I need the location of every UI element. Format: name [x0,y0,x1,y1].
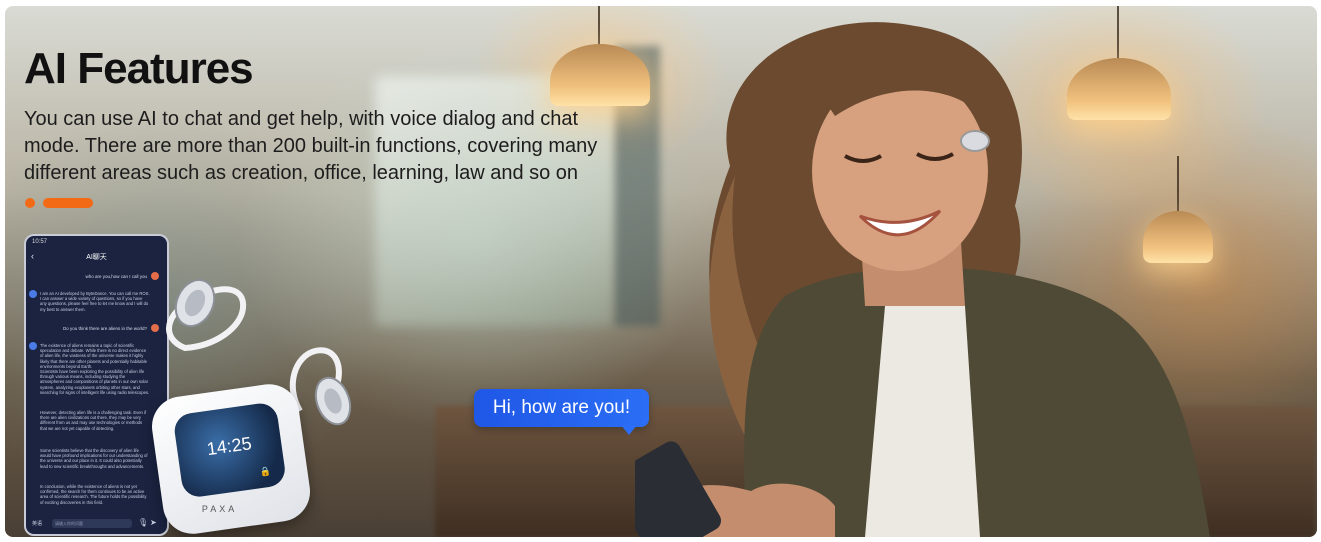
case-screen: 14:25 🔒 [172,401,288,499]
charging-case: 14:25 🔒 PAXA [148,380,314,537]
phone-status-time: 10:57 [32,239,48,245]
hero-banner: AI Features You can use AI to chat and g… [5,6,1317,537]
input-mode-label: 英语 [32,521,43,527]
chat-message: I am an AI developed by ByteDance. You c… [40,291,150,312]
chat-message: Do you think there are aliens in the wor… [62,326,147,331]
carousel-dot[interactable] [25,198,35,208]
send-icon: ➤ [150,518,157,527]
chat-bubble: Hi, how are you! [474,389,649,427]
phone-header: ‹ AI聊天 [26,248,167,266]
chat-message: who are you,how can I call you [85,274,147,279]
feature-description: You can use AI to chat and get help, wit… [24,108,598,184]
ai-avatar-icon [29,342,37,350]
chat-message: However, detecting alien life is a chall… [40,410,147,431]
carousel-dot-active[interactable] [43,198,93,208]
chat-message: Some scientists believe that the discove… [40,448,148,469]
earbud-left [166,278,247,352]
case-clock: 14:25 [205,433,253,460]
woman-photo [635,22,1210,537]
brand-logo: PAXA [201,504,238,515]
chat-bubble-tail [621,425,637,435]
phone-input-bar: 英语 请输入你的问题 🎙 ➤ [30,518,161,530]
chat-input: 请输入你的问题 [52,519,132,528]
lock-icon: 🔒 [259,465,272,478]
phone-mockup: 10:57 ‹ AI聊天 who are you,how can I call … [24,234,169,536]
ai-avatar-icon [29,290,37,298]
phone-header-title: AI聊天 [86,254,107,261]
chat-message: The existence of aliens remains a topic … [40,343,148,369]
page-title: AI Features [24,44,254,93]
mic-icon: 🎙 [138,518,149,527]
chat-message: Scientists have been exploring the possi… [40,369,150,395]
chat-message: In conclusion, while the existence of al… [40,484,147,505]
